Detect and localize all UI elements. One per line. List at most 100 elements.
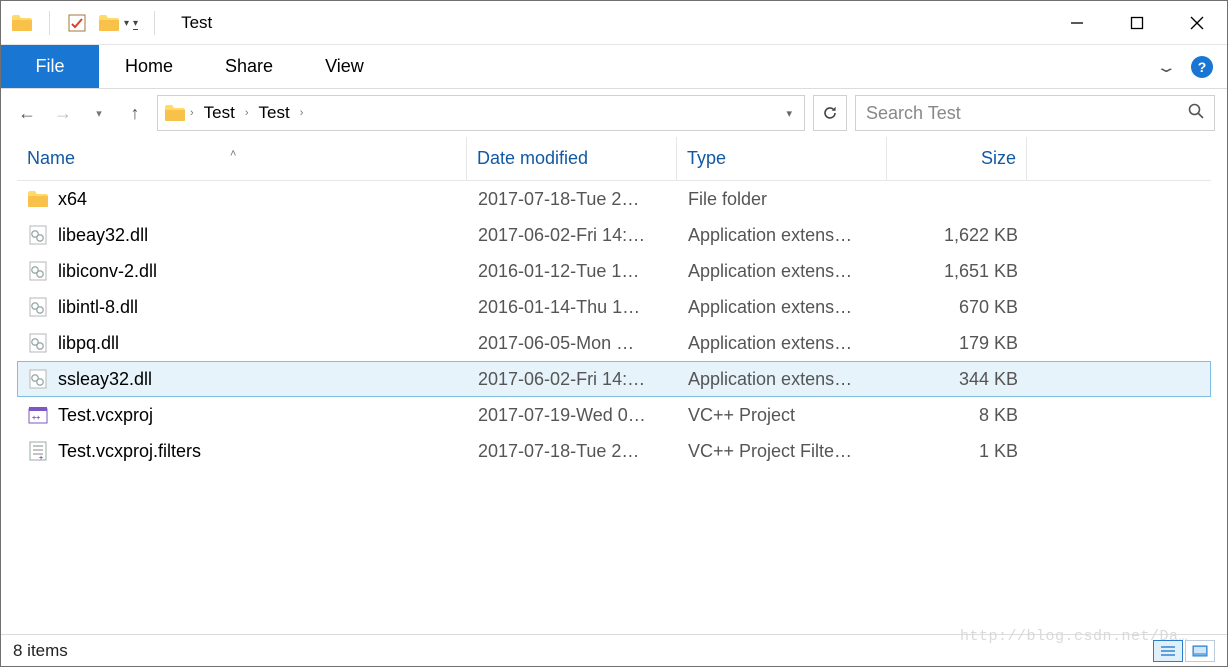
- file-size: 344 KB: [888, 369, 1028, 390]
- file-name: x64: [58, 189, 87, 210]
- sort-asc-icon: ˄: [230, 148, 236, 160]
- file-name: Test.vcxproj.filters: [58, 441, 201, 462]
- file-row[interactable]: libintl-8.dll2016-01-14-Thu 1…Applicatio…: [17, 289, 1211, 325]
- chevron-right-icon[interactable]: ›: [300, 107, 304, 119]
- file-size: 1 KB: [888, 441, 1028, 462]
- file-row[interactable]: x64 2017-07-18-Tue 2…File folder: [17, 181, 1211, 217]
- caret-down-icon: ▾: [124, 16, 129, 29]
- file-size: 670 KB: [888, 297, 1028, 318]
- explorer-window: ▾ ▾ Test File Home Share View ⌄ ? ← → ▾ …: [0, 0, 1228, 667]
- item-count: 8 items: [13, 641, 68, 661]
- column-header-row: Name Date modified Type Size: [17, 137, 1211, 181]
- tab-view[interactable]: View: [299, 45, 390, 88]
- file-date: 2017-06-02-Fri 14:…: [468, 225, 678, 246]
- file-type: Application extens…: [678, 297, 888, 318]
- nav-toolbar: ← → ▾ ↑ › Test › Test › ▾: [1, 89, 1227, 137]
- file-date: 2017-06-02-Fri 14:…: [468, 369, 678, 390]
- file-size: 8 KB: [888, 405, 1028, 426]
- dll-icon: [28, 369, 48, 389]
- address-dropdown-icon[interactable]: ▾: [786, 107, 798, 120]
- filter-icon: +: [28, 441, 48, 461]
- search-icon[interactable]: [1188, 103, 1204, 124]
- folder-icon: [28, 189, 48, 209]
- dll-icon: [28, 261, 48, 281]
- file-type: File folder: [678, 189, 888, 210]
- svg-text:++: ++: [32, 415, 40, 422]
- file-type: Application extens…: [678, 225, 888, 246]
- back-button[interactable]: ←: [13, 99, 41, 127]
- window-controls: [1047, 5, 1227, 41]
- file-row[interactable]: ++ Test.vcxproj 2017-07-19-Wed 0…VC++ Proj…: [17, 397, 1211, 433]
- chevron-right-icon[interactable]: ›: [245, 107, 249, 119]
- titlebar: ▾ ▾ Test: [1, 1, 1227, 45]
- file-date: 2016-01-12-Tue 1…: [468, 261, 678, 282]
- refresh-button[interactable]: [813, 95, 847, 131]
- properties-icon[interactable]: [66, 12, 88, 34]
- file-date: 2017-07-18-Tue 2…: [468, 189, 678, 210]
- file-name: libiconv-2.dll: [58, 261, 157, 282]
- folder-icon: [164, 102, 186, 124]
- dll-icon: [28, 297, 48, 317]
- close-button[interactable]: [1167, 5, 1227, 41]
- app-folder-icon: [11, 12, 33, 34]
- ribbon: File Home Share View ⌄ ?: [1, 45, 1227, 89]
- file-type: Application extens…: [678, 261, 888, 282]
- file-tab[interactable]: File: [1, 45, 99, 88]
- window-title: Test: [181, 13, 212, 33]
- file-type: Application extens…: [678, 369, 888, 390]
- help-button[interactable]: ?: [1191, 56, 1213, 78]
- minimize-button[interactable]: [1047, 5, 1107, 41]
- file-size: 1,622 KB: [888, 225, 1028, 246]
- file-row[interactable]: libiconv-2.dll 2016-01-12-Tue 1…Applicati…: [17, 253, 1211, 289]
- file-row[interactable]: libeay32.dll 2017-06-02-Fri 14:…Applicati…: [17, 217, 1211, 253]
- file-size: 1,651 KB: [888, 261, 1028, 282]
- view-switcher: [1153, 640, 1215, 662]
- recent-locations-dropdown[interactable]: ▾: [85, 99, 113, 127]
- new-folder-dropdown[interactable]: ▾ ▾: [98, 12, 138, 34]
- breadcrumb-item[interactable]: Test: [253, 103, 296, 123]
- status-bar: 8 items: [1, 634, 1227, 666]
- file-row[interactable]: ssleay32.dll 2017-06-02-Fri 14:…Applicati…: [17, 361, 1211, 397]
- thumbnails-view-button[interactable]: [1185, 640, 1215, 662]
- chevron-right-icon[interactable]: ›: [190, 107, 194, 119]
- file-name: Test.vcxproj: [58, 405, 153, 426]
- vcproj-icon: ++: [28, 405, 48, 425]
- file-size: 179 KB: [888, 333, 1028, 354]
- tab-share[interactable]: Share: [199, 45, 299, 88]
- address-bar[interactable]: › Test › Test › ▾: [157, 95, 805, 131]
- file-row[interactable]: + Test.vcxproj.filters 2017-07-18-Tue 2…VC…: [17, 433, 1211, 469]
- column-header-type[interactable]: Type: [677, 137, 887, 180]
- file-name: libpq.dll: [58, 333, 119, 354]
- column-header-name[interactable]: Name: [17, 137, 467, 180]
- quick-access-toolbar: ▾ ▾ Test: [1, 11, 212, 35]
- up-button[interactable]: ↑: [121, 99, 149, 127]
- maximize-button[interactable]: [1107, 5, 1167, 41]
- file-name: ssleay32.dll: [58, 369, 152, 390]
- folder-icon: [98, 12, 120, 34]
- file-name: libintl-8.dll: [58, 297, 138, 318]
- column-header-size[interactable]: Size: [887, 137, 1027, 180]
- separator: [49, 11, 50, 35]
- breadcrumb-item[interactable]: Test: [198, 103, 241, 123]
- file-type: VC++ Project Filte…: [678, 441, 888, 462]
- file-date: 2017-07-18-Tue 2…: [468, 441, 678, 462]
- file-type: Application extens…: [678, 333, 888, 354]
- file-type: VC++ Project: [678, 405, 888, 426]
- search-box[interactable]: [855, 95, 1215, 131]
- column-header-date[interactable]: Date modified: [467, 137, 677, 180]
- file-date: 2017-06-05-Mon …: [468, 333, 678, 354]
- separator: [154, 11, 155, 35]
- file-list: ˄ Name Date modified Type Size x64 2017-0…: [1, 137, 1227, 634]
- file-name: libeay32.dll: [58, 225, 148, 246]
- qat-overflow-icon[interactable]: ▾: [133, 16, 138, 30]
- file-date: 2017-07-19-Wed 0…: [468, 405, 678, 426]
- forward-button[interactable]: →: [49, 99, 77, 127]
- tab-home[interactable]: Home: [99, 45, 199, 88]
- search-input[interactable]: [866, 103, 1166, 124]
- dll-icon: [28, 333, 48, 353]
- file-row[interactable]: libpq.dll 2017-06-05-Mon …Application ext…: [17, 325, 1211, 361]
- dll-icon: [28, 225, 48, 245]
- svg-text:+: +: [39, 455, 43, 461]
- ribbon-expand-icon[interactable]: ⌄: [1155, 64, 1177, 70]
- details-view-button[interactable]: [1153, 640, 1183, 662]
